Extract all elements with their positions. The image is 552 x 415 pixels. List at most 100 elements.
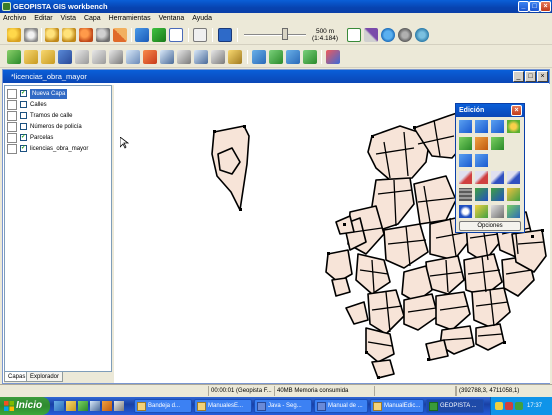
lock-icon[interactable] <box>228 50 242 64</box>
layer-checkbox[interactable] <box>20 112 27 119</box>
zoom-in-icon[interactable] <box>45 28 59 42</box>
grid-tool-icon[interactable] <box>459 188 472 201</box>
draw-rectangle-icon[interactable] <box>491 188 504 201</box>
merge-icon[interactable] <box>269 50 283 64</box>
form-icon[interactable] <box>194 50 208 64</box>
zoom-icon[interactable] <box>7 28 21 42</box>
draw-circle-icon[interactable] <box>459 205 472 218</box>
quicklaunch-desktop-icon[interactable] <box>90 401 100 411</box>
info-icon[interactable] <box>169 28 183 42</box>
layer-item-numeros-de-policia[interactable]: Números de policía <box>7 122 111 132</box>
layer-checkbox[interactable]: ✓ <box>20 90 27 97</box>
zoom-previous-icon[interactable] <box>79 28 93 42</box>
task-manual-de[interactable]: Manual de ... <box>314 399 368 413</box>
task-geopista[interactable]: GEOPISTA ... <box>426 399 484 413</box>
check-icon[interactable] <box>507 205 520 218</box>
zoom-extent-icon[interactable] <box>113 28 127 42</box>
task-java[interactable]: Java - Seg... <box>254 399 312 413</box>
quicklaunch-extra-icon[interactable] <box>114 401 124 411</box>
tray-antivirus-icon[interactable] <box>505 402 513 410</box>
menu-editar[interactable]: Editar <box>31 13 55 24</box>
scale-feature-icon[interactable] <box>475 154 488 167</box>
house-icon[interactable] <box>252 50 266 64</box>
database-icon[interactable] <box>92 50 106 64</box>
layer-item-tramos-de-calle[interactable]: Tramos de calle <box>7 111 111 121</box>
draw-linestring-icon[interactable] <box>475 171 488 184</box>
house-add-icon[interactable] <box>303 50 317 64</box>
save-icon[interactable] <box>58 50 72 64</box>
layer-checkbox[interactable] <box>20 123 27 130</box>
house-edit-icon[interactable] <box>286 50 300 64</box>
menu-archivo[interactable]: Archivo <box>0 13 29 24</box>
document-icon[interactable] <box>211 50 225 64</box>
scale-slider-thumb[interactable] <box>282 28 289 40</box>
edit-pencil-icon[interactable] <box>347 28 361 42</box>
layer-checkbox[interactable] <box>20 101 27 108</box>
draw-polygon-icon[interactable] <box>475 188 488 201</box>
table-icon[interactable] <box>160 50 174 64</box>
menu-capa[interactable]: Capa <box>81 13 104 24</box>
cut-icon[interactable] <box>491 205 504 218</box>
clock[interactable]: 17:37 <box>527 397 542 415</box>
tray-network-icon[interactable] <box>495 402 503 410</box>
layer-icon[interactable] <box>109 50 123 64</box>
menu-vista[interactable]: Vista <box>58 13 79 24</box>
menu-ventana[interactable]: Ventana <box>156 13 188 24</box>
menu-ayuda[interactable]: Ayuda <box>189 13 215 24</box>
select-arrow-icon[interactable] <box>135 28 149 42</box>
layer-item-parcelas[interactable]: ✓ Parcelas <box>7 133 111 143</box>
maximize-button[interactable]: □ <box>529 1 540 12</box>
quicklaunch-media-icon[interactable] <box>102 401 112 411</box>
document-minimize-button[interactable]: _ <box>513 71 524 82</box>
layer-checkbox[interactable]: ✓ <box>20 145 27 152</box>
quicklaunch-ie-icon[interactable] <box>54 401 64 411</box>
select-feature-icon[interactable] <box>459 120 472 133</box>
print-icon[interactable] <box>75 50 89 64</box>
scale-icon[interactable] <box>218 28 232 42</box>
layer-checkbox[interactable]: ✓ <box>20 134 27 141</box>
layer-item-calles[interactable]: Calles <box>7 100 111 110</box>
rotate-icon[interactable] <box>459 154 472 167</box>
minimize-button[interactable]: _ <box>518 1 529 12</box>
layer-item-nueva-capa[interactable]: ✓ Nueva Capa <box>7 89 111 99</box>
pan-icon[interactable] <box>24 28 38 42</box>
scale-slider-track[interactable] <box>244 34 306 36</box>
document-close-button[interactable]: × <box>537 71 548 82</box>
task-manuales[interactable]: ManualesE... <box>194 399 252 413</box>
draw-line-icon[interactable] <box>459 171 472 184</box>
edicion-close-button[interactable]: × <box>511 105 522 116</box>
redo-icon[interactable] <box>415 28 429 42</box>
move-icon[interactable] <box>491 120 504 133</box>
draw-point-icon[interactable] <box>475 205 488 218</box>
draw-arc-icon[interactable] <box>507 171 520 184</box>
move-vertex-icon[interactable] <box>475 137 488 150</box>
snap-icon[interactable] <box>507 120 520 133</box>
start-button[interactable]: Inicio <box>0 397 50 415</box>
zoom-out-icon[interactable] <box>62 28 76 42</box>
draw-triangle-icon[interactable] <box>507 188 520 201</box>
zoom-next-icon[interactable] <box>96 28 110 42</box>
grid-icon[interactable] <box>126 50 140 64</box>
layer-item-licencias-obra-mayor[interactable]: ✓ licencias_obra_mayor <box>7 144 111 154</box>
close-button[interactable]: × <box>540 1 551 12</box>
measure-icon[interactable] <box>193 28 207 42</box>
new-project-icon[interactable] <box>7 50 21 64</box>
cube-icon[interactable] <box>152 28 166 42</box>
routing-icon[interactable] <box>326 50 340 64</box>
quicklaunch-folder-icon[interactable] <box>66 401 76 411</box>
delete-vertex-icon[interactable] <box>491 137 504 150</box>
task-bandeja[interactable]: Bandeja d... <box>134 399 192 413</box>
open-folder-icon[interactable] <box>24 50 38 64</box>
document-maximize-button[interactable]: □ <box>525 71 536 82</box>
menu-herramientas[interactable]: Herramientas <box>106 13 154 24</box>
image-icon[interactable] <box>177 50 191 64</box>
task-manual-edic[interactable]: ManualEdic... <box>370 399 424 413</box>
magic-wand-icon[interactable] <box>364 28 378 42</box>
undo-icon[interactable] <box>398 28 412 42</box>
globe-icon[interactable] <box>381 28 395 42</box>
add-vertex-icon[interactable] <box>459 137 472 150</box>
draw-segment-icon[interactable] <box>491 171 504 184</box>
tab-explorador[interactable]: Explorador <box>26 372 64 382</box>
quicklaunch-app-icon[interactable] <box>78 401 88 411</box>
select-vertex-icon[interactable] <box>475 120 488 133</box>
